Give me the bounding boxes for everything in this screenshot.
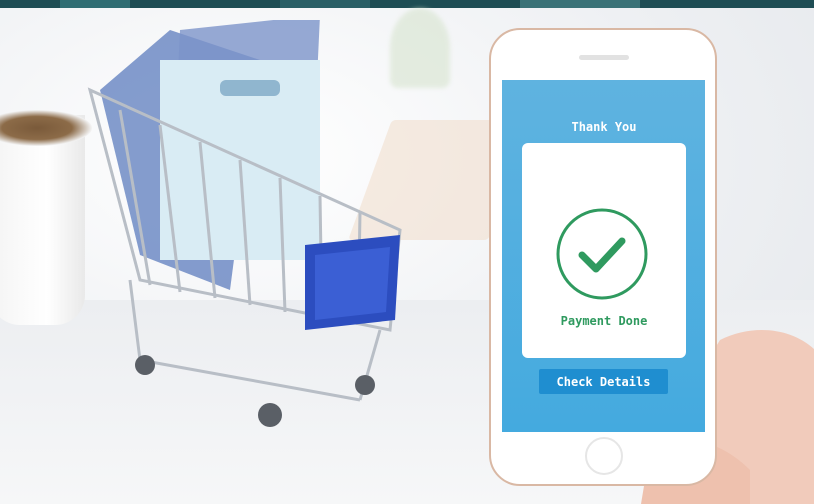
top-image-strip [0, 0, 814, 8]
thank-you-title: Thank You [571, 120, 637, 134]
shopping-cart [87, 20, 402, 427]
check-circle-icon [556, 208, 648, 300]
check-details-button[interactable]: Check Details [539, 369, 668, 394]
payment-status: Payment Done [560, 314, 648, 328]
product-photo [0, 0, 814, 504]
